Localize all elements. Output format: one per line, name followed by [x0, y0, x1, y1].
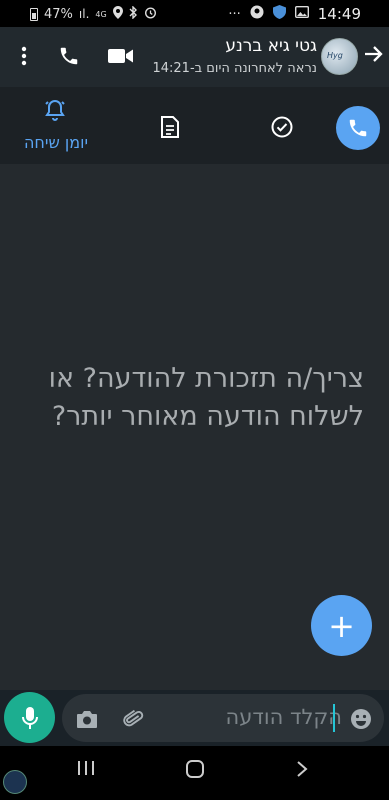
- call-log-label[interactable]: יומן שיחה: [14, 133, 98, 152]
- shield-icon: [272, 5, 286, 23]
- recent-apps-button[interactable]: [77, 760, 95, 776]
- emoji-button[interactable]: [349, 707, 373, 731]
- alarm-icon: [144, 6, 157, 22]
- battery-icon: [30, 7, 38, 21]
- back-button[interactable]: [362, 43, 384, 69]
- check-circle-icon: [271, 116, 293, 138]
- composer: הקלד הודעה: [0, 690, 389, 746]
- call-button[interactable]: [336, 106, 380, 150]
- camera-button[interactable]: [75, 707, 99, 731]
- avatar-logo-text: Hyg: [327, 51, 343, 60]
- bell-icon: [45, 99, 65, 121]
- chat-area: צריך/ה תזכורת להודעה? או לשלוח הודעה מאו…: [0, 164, 389, 690]
- message-input[interactable]: הקלד הודעה: [62, 694, 384, 742]
- system-nav-bar: [0, 746, 389, 800]
- video-icon: [108, 49, 133, 63]
- add-fab-button[interactable]: +: [311, 595, 372, 656]
- more-notifications: ···: [228, 6, 241, 22]
- recent-apps-icon: [78, 761, 94, 775]
- status-left: 47% ıl. 4G: [30, 5, 157, 22]
- bluetooth-icon: [129, 5, 138, 22]
- plus-icon: +: [328, 606, 355, 645]
- status-right: ··· 14:49: [228, 5, 361, 23]
- chat-header: גטי גיא ברנע נראה לאחרונה היום ב-14:21 H…: [0, 27, 389, 87]
- attach-button[interactable]: [121, 707, 145, 731]
- chat-toolbar: יומן שיחה: [0, 87, 389, 164]
- notes-button[interactable]: [156, 113, 184, 141]
- phone-icon: [60, 47, 78, 65]
- home-button[interactable]: [185, 760, 205, 778]
- camera-icon: [77, 710, 97, 728]
- home-icon: [186, 760, 204, 778]
- avatar[interactable]: Hyg: [321, 38, 358, 75]
- battery-percent: 47%: [44, 6, 73, 22]
- empty-chat-prompt: צריך/ה תזכורת להודעה? או לשלוח הודעה מאו…: [48, 363, 364, 432]
- watermark-logo: [3, 770, 27, 794]
- text-caret: [333, 704, 335, 732]
- contact-name[interactable]: גטי גיא ברנע: [225, 36, 317, 56]
- video-call-button[interactable]: [106, 41, 136, 71]
- call-log-button[interactable]: [40, 95, 70, 125]
- attach-icon: [123, 709, 144, 727]
- phone-icon: [349, 119, 367, 137]
- signal-icon: ıl.: [78, 7, 90, 21]
- clock: 14:49: [317, 5, 361, 23]
- image-icon: [294, 5, 309, 22]
- last-seen-status: נראה לאחרונה היום ב-14:21: [152, 61, 317, 76]
- location-icon: [112, 6, 123, 22]
- document-icon: [161, 116, 179, 138]
- app-notification-icon: [250, 5, 264, 23]
- tasks-button[interactable]: [268, 113, 296, 141]
- network-type: 4G: [95, 9, 107, 19]
- mic-icon: [21, 706, 38, 729]
- back-nav-button[interactable]: [296, 760, 308, 778]
- arrow-right-icon: [365, 46, 383, 62]
- mic-button[interactable]: [4, 692, 55, 743]
- status-bar: 47% ıl. 4G ··· 14:49: [0, 0, 389, 27]
- back-icon: [297, 761, 308, 777]
- emoji-icon: [351, 709, 371, 729]
- message-placeholder: הקלד הודעה: [225, 705, 342, 729]
- voice-call-button[interactable]: [54, 41, 84, 71]
- more-vert-icon[interactable]: [9, 41, 39, 71]
